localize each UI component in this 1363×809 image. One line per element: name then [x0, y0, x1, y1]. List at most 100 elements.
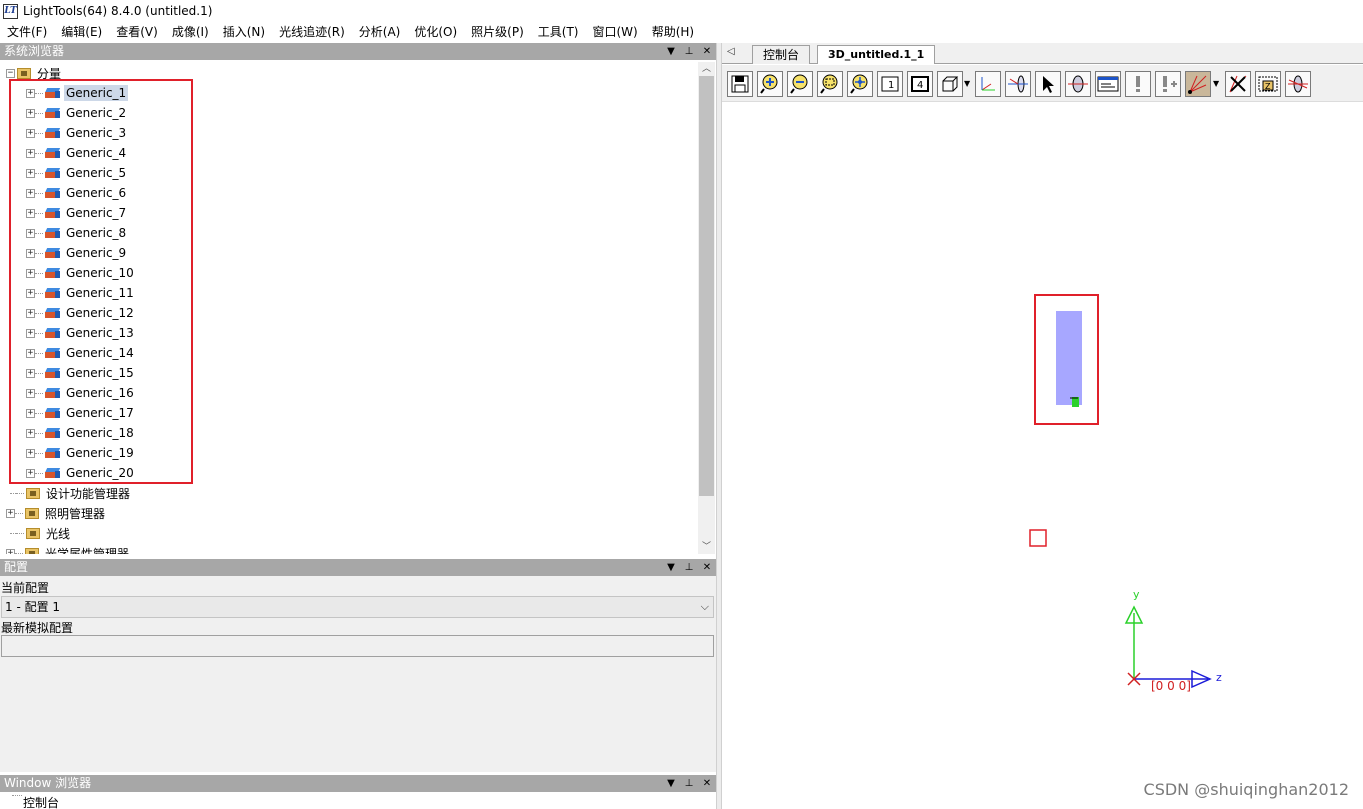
scroll-down-icon[interactable]: ﹀ [698, 540, 715, 554]
config-header: 配置 ▼ ⊥ ✕ [0, 559, 716, 576]
menu-item-6[interactable]: 分析(A) [352, 22, 408, 43]
ray-lens-icon[interactable] [1005, 71, 1031, 97]
save-icon[interactable] [727, 71, 753, 97]
menu-item-1[interactable]: 编辑(E) [54, 22, 109, 43]
tab-3d-view[interactable]: 3D_untitled.1_1 [817, 45, 936, 64]
3d-viewport[interactable]: y z [0 0 0] CSDN @shuiqinghan2012 [722, 103, 1363, 809]
zoom-out-icon[interactable] [787, 71, 813, 97]
menu-bar: 文件(F) 编辑(E) 查看(V) 成像(I) 插入(N) 光线追迹(R) 分析(A) 优化(… [0, 22, 1363, 43]
tree-item-manager[interactable]: + 光学属性管理器 [6, 543, 131, 554]
highlight-box-components [9, 79, 193, 484]
tree-connector [16, 492, 24, 494]
latest-config-label: 最新模拟配置 [1, 621, 74, 635]
app-logo-icon: LT [3, 3, 18, 19]
window-browser-tree: 控制台 [0, 792, 716, 809]
current-config-value: 1 - 配置 1 [5, 600, 61, 614]
tree-item-manager[interactable]: + 照明管理器 [6, 503, 107, 523]
close-icon[interactable]: ✕ [702, 559, 712, 576]
latest-config-field[interactable] [1, 635, 714, 657]
object-shape[interactable] [1056, 311, 1082, 405]
tree-item-label: 光线 [46, 526, 71, 541]
view-1-icon[interactable]: 1 [877, 71, 903, 97]
tree-item-manager[interactable]: 设计功能管理器 [6, 483, 132, 503]
window-title: LightTools(64) 8.4.0 (untitled.1) [23, 4, 213, 18]
view-dropdown-icon[interactable]: ▼ [964, 79, 972, 89]
ray-trace-icon[interactable] [1185, 71, 1211, 97]
tree-connector [15, 552, 23, 554]
axis-triad: y z [0 0 0] [1124, 588, 1222, 693]
panel-menu-icon[interactable]: ▼ [666, 559, 676, 576]
menu-item-7[interactable]: 优化(O) [407, 22, 464, 43]
properties-panel-icon[interactable] [1095, 71, 1121, 97]
menu-item-5[interactable]: 光线追迹(R) [272, 22, 352, 43]
current-config-label: 当前配置 [1, 581, 50, 595]
collapse-icon[interactable]: − [6, 68, 15, 78]
origin-label: [0 0 0] [1151, 679, 1191, 693]
warning-add-icon[interactable] [1155, 71, 1181, 97]
config-panel: 当前配置 1 - 配置 1 ⌵ 最新模拟配置 [0, 576, 716, 772]
expand-icon[interactable]: + [6, 548, 15, 554]
z-axis-label: z [1216, 671, 1222, 684]
system-browser-title: 系统浏览器 [4, 44, 65, 58]
document-tab-strip: ◁ 控制台 3D_untitled.1_1 [722, 43, 1363, 64]
view-4-icon[interactable]: 4 [907, 71, 933, 97]
scroll-up-icon[interactable]: ︿ [698, 62, 715, 76]
svg-text:4: 4 [917, 80, 923, 91]
tab-console[interactable]: 控制台 [752, 45, 811, 64]
svg-text:1: 1 [888, 80, 894, 91]
system-browser-header: 系统浏览器 ▼ ⊥ ✕ [0, 43, 716, 60]
highlight-box-small [1029, 529, 1047, 547]
svg-text:Z: Z [1265, 82, 1271, 91]
zoom-all-icon[interactable] [847, 71, 873, 97]
pin-icon[interactable]: ⊥ [684, 775, 694, 792]
menu-item-0[interactable]: 文件(F) [0, 22, 54, 43]
menu-item-8[interactable]: 照片级(P) [464, 22, 531, 43]
panel-menu-icon[interactable]: ▼ [666, 43, 676, 60]
view-toolbar: 1 4 ▼ ▼ Z [722, 65, 1363, 102]
pin-icon[interactable]: ⊥ [684, 43, 694, 60]
menu-item-11[interactable]: 帮助(H) [645, 22, 701, 43]
tree-connector [16, 532, 24, 534]
axes-icon[interactable] [975, 71, 1001, 97]
tree-item-label: 照明管理器 [45, 506, 106, 521]
lens-element-icon[interactable] [1065, 71, 1091, 97]
config-title: 配置 [4, 560, 29, 574]
close-icon[interactable]: ✕ [702, 775, 712, 792]
tab-left-icon[interactable]: ◁ [727, 46, 737, 60]
z-folder-icon[interactable]: Z [1255, 71, 1281, 97]
menu-item-10[interactable]: 窗口(W) [585, 22, 644, 43]
scene-canvas[interactable]: y z [0 0 0] [722, 103, 1363, 809]
scrollbar-thumb[interactable] [699, 76, 714, 496]
tree-item-manager[interactable]: 光线 [6, 523, 72, 543]
folder-icon [26, 527, 40, 539]
folder-icon [25, 507, 39, 519]
chevron-down-icon: ⌵ [700, 600, 709, 613]
console-tree-item[interactable]: 控制台 [23, 794, 59, 809]
cube-view-icon[interactable] [937, 71, 963, 97]
zoom-in-icon[interactable] [757, 71, 783, 97]
tree-connector [12, 795, 22, 796]
menu-item-3[interactable]: 成像(I) [165, 22, 216, 43]
menu-item-9[interactable]: 工具(T) [531, 22, 586, 43]
close-icon[interactable]: ✕ [702, 43, 712, 60]
folder-icon [17, 67, 31, 79]
folder-icon [26, 487, 40, 499]
title-bar: LT LightTools(64) 8.4.0 (untitled.1) [0, 0, 1363, 22]
lighttools-window: LT LightTools(64) 8.4.0 (untitled.1) 文件(… [0, 0, 1363, 809]
ray-trace-dropdown-icon[interactable]: ▼ [1213, 79, 1221, 89]
y-axis-label: y [1133, 588, 1140, 601]
expand-icon[interactable]: + [6, 508, 15, 518]
pin-icon[interactable]: ⊥ [684, 559, 694, 576]
tree-scrollbar[interactable]: ︿ ﹀ [698, 62, 715, 554]
select-pointer-icon[interactable] [1035, 71, 1061, 97]
warning-icon[interactable] [1125, 71, 1151, 97]
folder-icon [25, 547, 39, 554]
current-config-select[interactable]: 1 - 配置 1 ⌵ [1, 596, 714, 618]
panel-menu-icon[interactable]: ▼ [666, 775, 676, 792]
stop-trace-icon[interactable] [1225, 71, 1251, 97]
menu-item-2[interactable]: 查看(V) [109, 22, 165, 43]
zoom-window-icon[interactable] [817, 71, 843, 97]
window-browser-title: Window 浏览器 [4, 776, 92, 790]
lens-ray-icon[interactable] [1285, 71, 1311, 97]
menu-item-4[interactable]: 插入(N) [216, 22, 272, 43]
